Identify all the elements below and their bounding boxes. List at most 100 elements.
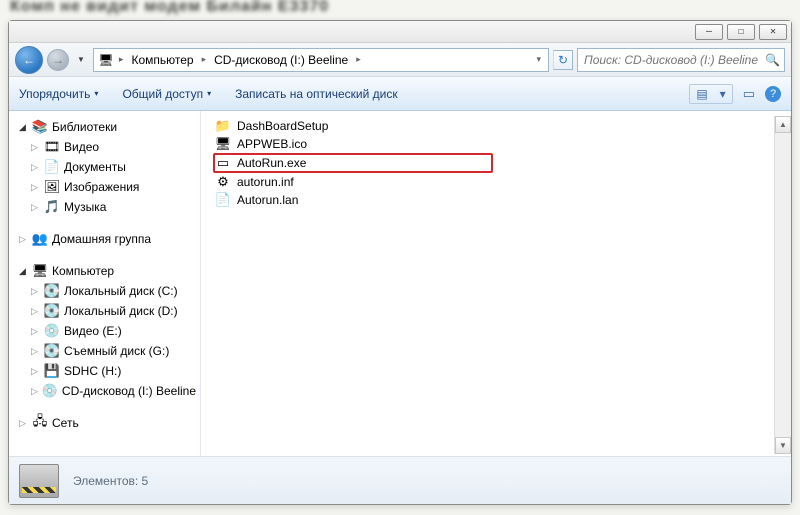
expander-closed-icon[interactable]: ▷	[31, 346, 40, 357]
nav-forward-button[interactable]: →	[47, 49, 69, 71]
search-icon[interactable]: 🔍	[765, 53, 780, 67]
library-item-icon: 🖼	[44, 179, 60, 195]
file-item[interactable]: ▭AutoRun.exe	[213, 153, 493, 173]
drive-icon: 💿	[42, 383, 58, 399]
library-item-icon: 🎵	[44, 199, 60, 215]
expander-closed-icon[interactable]: ▷	[31, 142, 40, 153]
file-item[interactable]: 📄 Autorun.lan	[213, 191, 493, 209]
file-item[interactable]: 📁DashBoardSetup	[213, 117, 493, 135]
library-item-icon: 🎞	[44, 139, 60, 155]
tree-label: CD-дисковод (I:) Beeline	[62, 384, 196, 398]
expander-closed-icon[interactable]: ▷	[31, 366, 40, 377]
titlebar: — ☐ ✕	[9, 21, 791, 43]
file-icon: 📁	[215, 118, 231, 134]
tree-label: Локальный диск (D:)	[64, 304, 178, 318]
address-dropdown[interactable]: ▾	[533, 54, 544, 65]
tree-label: SDHC (H:)	[64, 364, 121, 378]
nav-history-dropdown[interactable]: ▼	[73, 55, 89, 64]
breadcrumb-sep-icon[interactable]: ▸	[199, 54, 210, 65]
chevron-down-icon[interactable]: ▾	[714, 85, 732, 103]
computer-icon: 🖥	[98, 52, 114, 68]
breadcrumb-item-drive[interactable]: CD-дисковод (I:) Beeline	[211, 53, 351, 67]
tree-libraries[interactable]: ◢ 📚 Библиотеки	[9, 117, 200, 137]
refresh-icon: ↻	[558, 53, 568, 67]
tree-library-item[interactable]: ▷ 🎵 Музыка	[9, 197, 200, 217]
refresh-button[interactable]: ↻	[553, 50, 573, 70]
tree-network[interactable]: ▷ 🖧 Сеть	[9, 413, 200, 433]
expander-closed-icon[interactable]: ▷	[31, 286, 40, 297]
homegroup-icon: 👥	[32, 231, 48, 247]
file-icon: ▭	[215, 155, 231, 171]
file-name: Autorun.lan	[237, 193, 298, 207]
expander-closed-icon[interactable]: ▷	[31, 386, 38, 397]
tree-library-item[interactable]: ▷📄Документы	[9, 157, 200, 177]
tree-drive-item[interactable]: ▷💾SDHC (H:)	[9, 361, 200, 381]
arrow-right-icon: →	[52, 53, 64, 67]
tree-computer[interactable]: ◢ 🖥 Компьютер	[9, 261, 200, 281]
search-input[interactable]	[582, 52, 765, 68]
expander-closed-icon[interactable]: ▷	[31, 162, 40, 173]
minimize-button[interactable]: —	[695, 24, 723, 40]
burn-button[interactable]: Записать на оптический диск	[235, 87, 398, 101]
file-icon: 🖥	[215, 136, 231, 152]
expander-closed-icon[interactable]: ▷	[19, 234, 28, 245]
file-name: APPWEB.ico	[237, 137, 307, 151]
nav-back-button[interactable]: ←	[15, 46, 43, 74]
chevron-down-icon: ▾	[94, 89, 98, 98]
explorer-window: — ☐ ✕ ← → ▼ 🖥 ▸ Компьютер ▸ CD-дисковод …	[8, 20, 792, 505]
tree-label: Видео	[64, 140, 99, 154]
tree-label: Видео (E:)	[64, 324, 122, 338]
network-icon: 🖧	[32, 415, 48, 431]
tree-label: Библиотеки	[52, 120, 117, 134]
drive-icon: 💽	[44, 343, 60, 359]
expander-closed-icon[interactable]: ▷	[19, 418, 28, 429]
tree-drive-item[interactable]: ▷💽Локальный диск (D:)	[9, 301, 200, 321]
expander-open-icon[interactable]: ◢	[19, 266, 28, 277]
file-list-pane[interactable]: 📁DashBoardSetup🖥 APPWEB.ico ▭AutoRun.exe⚙a…	[201, 111, 791, 456]
command-bar: Упорядочить ▾ Общий доступ ▾ Записать на…	[9, 77, 791, 111]
expander-closed-icon[interactable]: ▷	[31, 182, 40, 193]
drive-thumbnail-icon	[19, 464, 59, 498]
tree-library-item[interactable]: ▷ 🖼 Изображения	[9, 177, 200, 197]
tree-drive-item[interactable]: ▷💽Съемный диск (G:)	[9, 341, 200, 361]
expander-closed-icon[interactable]: ▷	[31, 306, 40, 317]
tree-drive-item[interactable]: ▷ 💿 CD-дисковод (I:) Beeline	[9, 381, 200, 401]
breadcrumb-sep-icon[interactable]: ▸	[353, 54, 364, 65]
file-icon: 📄	[215, 192, 231, 208]
maximize-button[interactable]: ☐	[727, 24, 755, 40]
tree-label: Компьютер	[52, 264, 114, 278]
search-box[interactable]: 🔍	[577, 48, 785, 72]
tree-label: Сеть	[52, 416, 79, 430]
close-button[interactable]: ✕	[759, 24, 787, 40]
libraries-icon: 📚	[32, 119, 48, 135]
tree-label: Музыка	[64, 200, 106, 214]
file-name: autorun.inf	[237, 175, 294, 189]
file-item[interactable]: ⚙autorun.inf	[213, 173, 493, 191]
tree-label: Изображения	[64, 180, 139, 194]
burn-label: Записать на оптический диск	[235, 87, 398, 101]
tree-homegroup[interactable]: ▷ 👥 Домашняя группа	[9, 229, 200, 249]
tree-drive-item[interactable]: ▷💿Видео (E:)	[9, 321, 200, 341]
scroll-down-button[interactable]: ▼	[775, 437, 791, 454]
expander-open-icon[interactable]: ◢	[19, 122, 28, 133]
file-item[interactable]: 🖥 APPWEB.ico	[213, 135, 493, 153]
breadcrumb-sep-icon[interactable]: ▸	[116, 54, 127, 65]
tree-label: Документы	[64, 160, 126, 174]
preview-pane-button[interactable]: ▭	[743, 86, 755, 102]
view-list-icon[interactable]: ▤	[690, 85, 713, 103]
tree-drive-item[interactable]: ▷💽Локальный диск (C:)	[9, 281, 200, 301]
address-bar[interactable]: 🖥 ▸ Компьютер ▸ CD-дисковод (I:) Beeline…	[93, 48, 549, 72]
expander-closed-icon[interactable]: ▷	[31, 326, 40, 337]
breadcrumb-item-computer[interactable]: Компьютер	[128, 53, 196, 67]
tree-library-item[interactable]: ▷ 🎞 Видео	[9, 137, 200, 157]
details-pane: Элементов: 5	[9, 456, 791, 504]
help-button[interactable]: ?	[765, 86, 781, 102]
share-button[interactable]: Общий доступ ▾	[122, 87, 211, 101]
chevron-down-icon: ▾	[207, 89, 211, 98]
view-mode-switch[interactable]: ▤ ▾	[689, 84, 732, 104]
organize-button[interactable]: Упорядочить ▾	[19, 87, 98, 101]
organize-label: Упорядочить	[19, 87, 90, 101]
scroll-up-button[interactable]: ▲	[775, 116, 791, 133]
vertical-scrollbar[interactable]: ▲ ▼	[774, 116, 791, 454]
expander-closed-icon[interactable]: ▷	[31, 202, 40, 213]
